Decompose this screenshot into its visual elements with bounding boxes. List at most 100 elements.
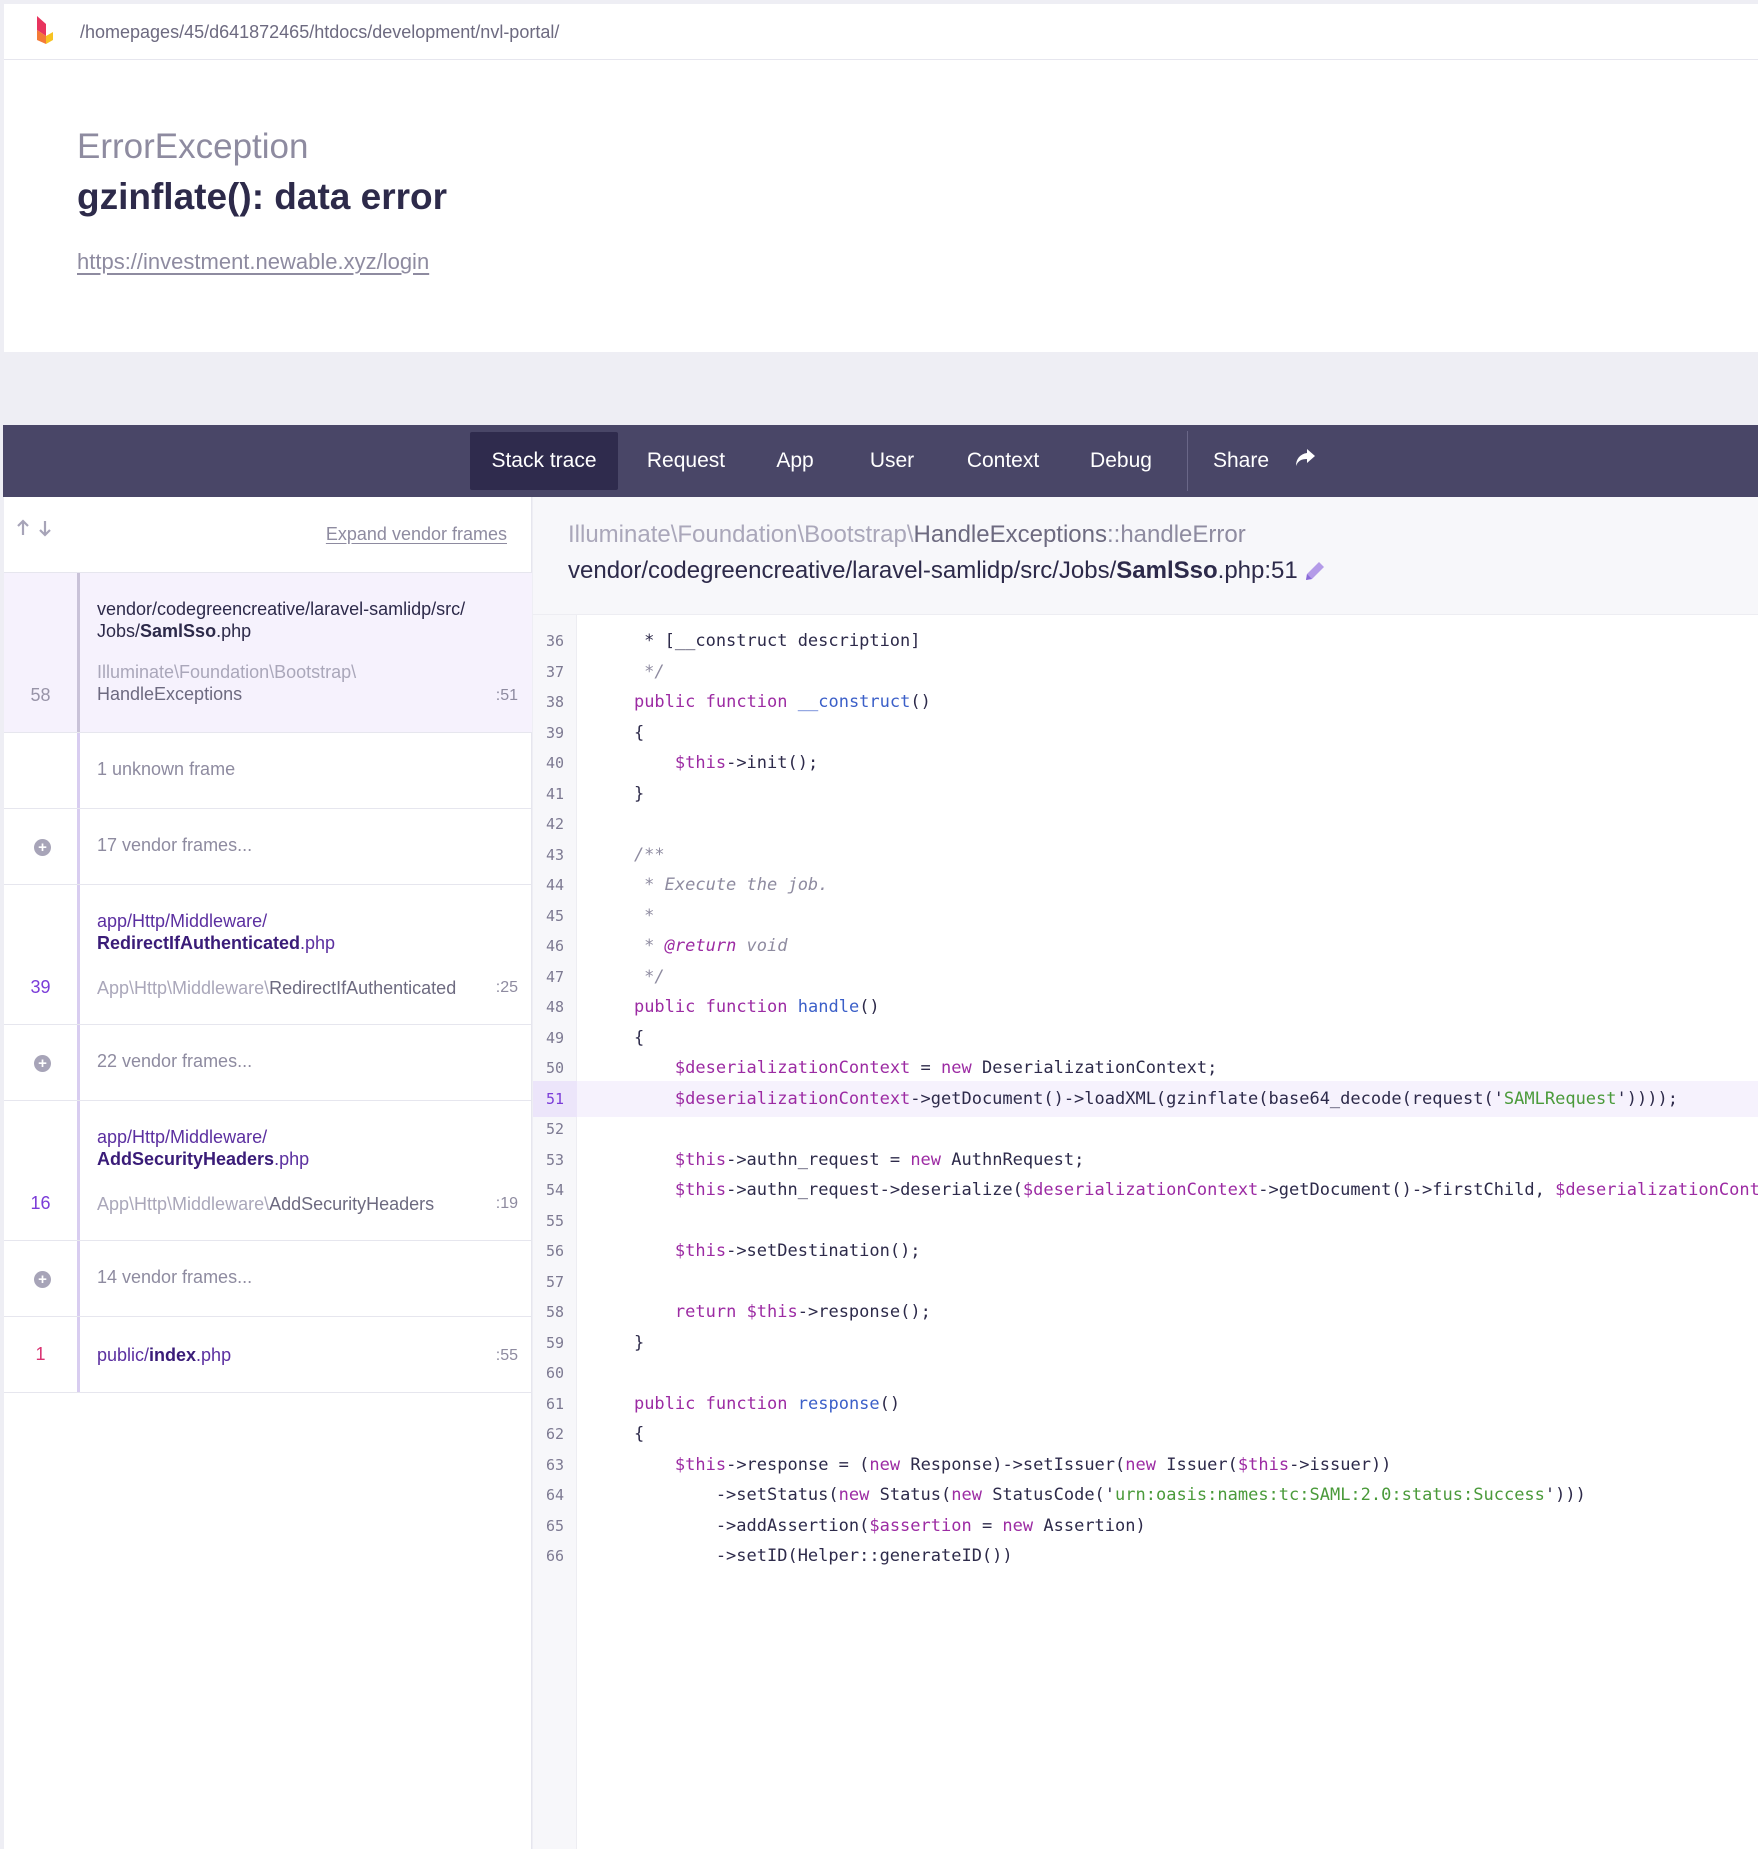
code-text: return $this->response();: [674, 1302, 931, 1322]
nav-divider: [1187, 431, 1188, 491]
frame-stripe: [77, 1241, 80, 1316]
stack-frame[interactable]: vendor/codegreencreative/laravel-samlidp…: [4, 572, 532, 732]
arrow-down-icon: [39, 521, 51, 537]
vendor-frames-group[interactable]: + 17 vendor frames...: [4, 808, 532, 884]
exception-message: gzinflate(): data error: [77, 176, 448, 217]
plus-circle-icon[interactable]: +: [34, 1271, 51, 1288]
frame-line: :25: [495, 979, 518, 996]
share-icon[interactable]: [1293, 447, 1317, 469]
line-number[interactable]: 55: [533, 1212, 577, 1230]
frame-nav-arrows[interactable]: [15, 517, 59, 539]
line-number[interactable]: 38: [533, 693, 577, 711]
vendor-frames-label: 17 vendor frames...: [97, 835, 253, 855]
unknown-frame[interactable]: 1 unknown frame: [4, 732, 532, 808]
line-number[interactable]: 39: [533, 724, 577, 742]
app-path: /homepages/45/d641872465/htdocs/developm…: [80, 22, 560, 42]
code-text: {: [593, 1424, 645, 1444]
line-number[interactable]: 53: [533, 1151, 577, 1169]
line-number[interactable]: 44: [533, 876, 577, 894]
tab-request[interactable]: Request: [631, 432, 741, 490]
line-number[interactable]: 43: [533, 846, 577, 864]
line-number[interactable]: 62: [533, 1425, 577, 1443]
line-number[interactable]: 48: [533, 998, 577, 1016]
code-text: *: [593, 905, 655, 926]
tab-share[interactable]: Share: [1199, 432, 1283, 490]
frame-stripe: [77, 1025, 80, 1100]
top-bar: /homepages/45/d641872465/htdocs/developm…: [4, 4, 1758, 60]
line-number[interactable]: 36: [533, 632, 577, 650]
frame-number: 1: [35, 1344, 46, 1364]
frame-stripe: [77, 809, 80, 884]
line-number[interactable]: 57: [533, 1273, 577, 1291]
ignition-logo[interactable]: [34, 16, 54, 50]
tab-app[interactable]: App: [755, 432, 835, 490]
line-number[interactable]: 50: [533, 1059, 577, 1077]
tab-stack-trace[interactable]: Stack trace: [470, 432, 618, 490]
line-number[interactable]: 65: [533, 1517, 577, 1535]
tab-bar: Stack trace Request App User Context Deb…: [3, 425, 1758, 497]
vendor-frames-label: 14 vendor frames...: [97, 1267, 253, 1287]
line-number[interactable]: 45: [533, 907, 577, 925]
code-text: /**: [593, 844, 665, 865]
frame-class: Illuminate\Foundation\Bootstrap\ HandleE…: [97, 662, 357, 704]
code-viewer-header: Illuminate\Foundation\Bootstrap\HandleEx…: [533, 497, 1758, 615]
line-number[interactable]: 59: [533, 1334, 577, 1352]
line-number[interactable]: 56: [533, 1242, 577, 1260]
line-number[interactable]: 52: [533, 1120, 577, 1138]
code-text: }: [593, 1332, 645, 1353]
frame-line: :19: [495, 1195, 518, 1212]
code-text: $deserializationContext->getDocument()->…: [674, 1088, 1678, 1109]
stack-frame[interactable]: app/Http/Middleware/ RedirectIfAuthentic…: [4, 884, 532, 1024]
code-viewer: Illuminate\Foundation\Bootstrap\HandleEx…: [533, 497, 1758, 1849]
unknown-frame-label: 1 unknown frame: [97, 759, 236, 779]
frame-file: vendor/codegreencreative/laravel-samlidp…: [568, 557, 1298, 584]
line-number[interactable]: 61: [533, 1395, 577, 1413]
code-text: ->setID(Helper::generateID()): [593, 1546, 1013, 1566]
line-number[interactable]: 58: [533, 1303, 577, 1321]
code-text: * Execute the job.: [593, 875, 829, 895]
frame-file-path: app/Http/Middleware/ AddSecurityHeaders.…: [97, 1127, 310, 1169]
frame-file-path: vendor/codegreencreative/laravel-samlidp…: [97, 599, 466, 641]
line-number[interactable]: 40: [533, 754, 577, 772]
tab-user[interactable]: User: [849, 432, 935, 490]
frame-method: Illuminate\Foundation\Bootstrap\HandleEx…: [568, 521, 1246, 548]
code-text: ->addAssertion($assertion = new Assertio…: [593, 1515, 1146, 1536]
vendor-frames-label: 22 vendor frames...: [97, 1051, 253, 1071]
code-text: public function __construct(): [633, 692, 931, 712]
stack-frames-panel: Expand vendor frames vendor/codegreencre…: [4, 497, 532, 1849]
line-number[interactable]: 41: [533, 785, 577, 803]
line-number[interactable]: 49: [533, 1029, 577, 1047]
line-number[interactable]: 54: [533, 1181, 577, 1199]
line-number[interactable]: 63: [533, 1456, 577, 1474]
code-text: * [__construct description]: [593, 631, 921, 651]
stack-frame[interactable]: public/index.php 1 :55: [4, 1316, 532, 1393]
plus-circle-icon[interactable]: +: [34, 1055, 51, 1072]
frame-number: 39: [30, 977, 51, 997]
line-number[interactable]: 60: [533, 1364, 577, 1382]
frame-line: :51: [495, 687, 518, 704]
code-text: * @return void: [593, 936, 788, 956]
exception-class: ErrorException: [77, 127, 309, 166]
tab-context[interactable]: Context: [949, 432, 1057, 490]
frame-stripe: [77, 1101, 80, 1240]
expand-vendor-frames-link[interactable]: Expand vendor frames: [326, 524, 507, 545]
vendor-frames-group[interactable]: + 22 vendor frames...: [4, 1024, 532, 1100]
frame-file-path: public/index.php: [97, 1345, 232, 1365]
stack-frame[interactable]: app/Http/Middleware/ AddSecurityHeaders.…: [4, 1100, 532, 1240]
vendor-frames-group[interactable]: + 14 vendor frames...: [4, 1240, 532, 1316]
frame-stripe: [77, 1317, 80, 1392]
pencil-icon[interactable]: [1303, 559, 1327, 583]
frame-number: 16: [30, 1193, 51, 1213]
request-url-link[interactable]: https://investment.newable.xyz/login: [77, 249, 429, 275]
plus-circle-icon[interactable]: +: [34, 839, 51, 856]
code-text: $this->response = (new Response)->setIss…: [674, 1454, 1392, 1475]
line-number[interactable]: 42: [533, 815, 577, 833]
line-number[interactable]: 47: [533, 968, 577, 986]
tab-debug[interactable]: Debug: [1071, 432, 1171, 490]
line-number[interactable]: 64: [533, 1486, 577, 1504]
arrow-up-icon: [17, 519, 29, 535]
line-number[interactable]: 46: [533, 937, 577, 955]
line-number[interactable]: 66: [533, 1547, 577, 1565]
frame-class: App\Http\Middleware\AddSecurityHeaders: [97, 1194, 435, 1214]
line-number[interactable]: 37: [533, 663, 577, 681]
